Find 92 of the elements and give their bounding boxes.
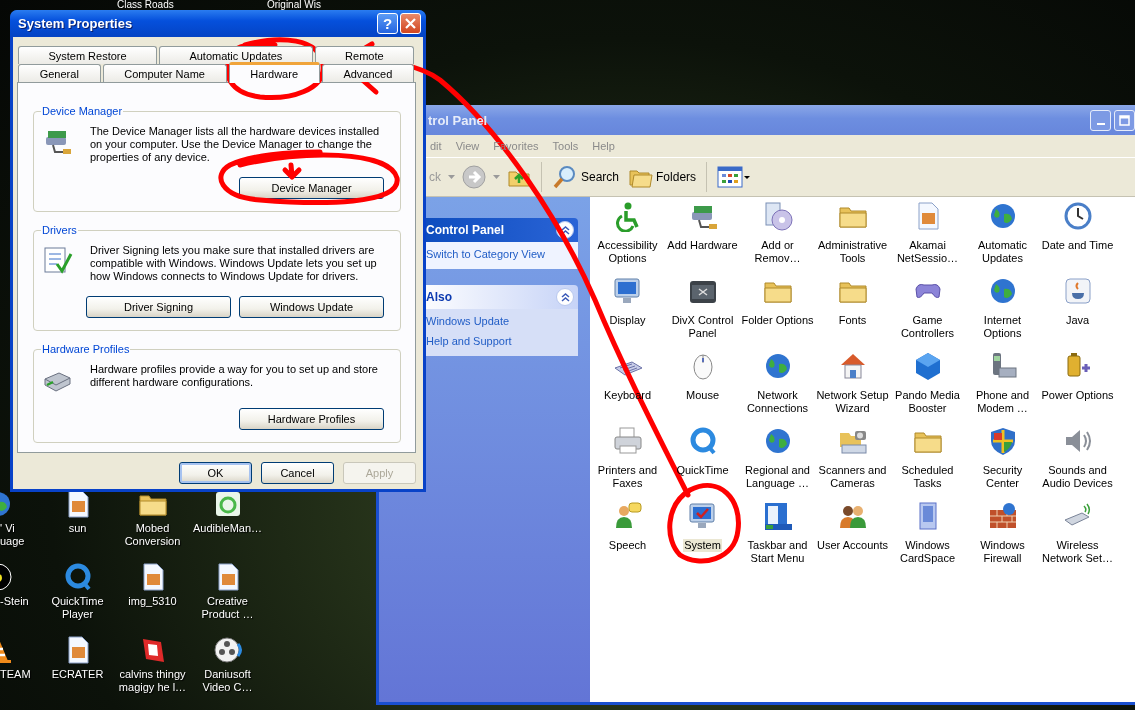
item-label[interactable]: Folder Options [740,314,815,327]
chevron-up-icon [560,292,570,302]
desktop-icon-label: Original Wis [267,0,321,10]
item-label[interactable]: Administrative Tools [815,239,890,265]
desktop-icon-label[interactable]: TEAM [0,668,31,681]
tab[interactable]: Automatic Updates [159,46,313,64]
action-button[interactable]: Windows Update [239,296,384,318]
item-label[interactable]: Taskbar and Start Menu [740,539,815,565]
item-label[interactable]: Automatic Updates [965,239,1040,265]
document-check-icon [41,244,73,276]
action-button[interactable]: Device Manager [239,177,384,199]
grid-icon [717,165,752,189]
group-title: Drivers [41,223,78,237]
desktop-icon-label[interactable]: ' Vi uage [0,522,40,548]
close-button[interactable] [400,13,421,34]
action-button[interactable]: Hardware Profiles [239,408,384,430]
item-label[interactable]: Date and Time [1040,239,1115,252]
close-icon [405,18,416,29]
dialog-button[interactable]: OK [179,462,252,484]
tab[interactable]: General [18,64,101,82]
search-button[interactable]: Search [549,162,623,192]
desktop-icon-label[interactable]: img_5310 [128,595,177,608]
item-label[interactable]: Phone and Modem … [965,389,1040,415]
tab[interactable]: Remote [314,46,414,64]
item-label[interactable]: QuickTime [675,464,730,477]
desktop-icon-label[interactable]: Daniusoft Video C… [190,668,265,694]
desktop-icon-label[interactable]: QuickTime Player [40,595,115,621]
caret-icon [448,175,455,179]
tab[interactable]: System Restore [18,46,157,64]
item-label[interactable]: Java [1064,314,1091,327]
desktop-icon-label[interactable]: AudibleMan… [192,522,263,535]
item-label[interactable]: System [683,539,722,552]
tab[interactable]: Advanced [321,64,415,82]
item-label[interactable]: Wireless Network Set… [1040,539,1115,565]
pane-link[interactable]: Windows Update [426,315,567,328]
maximize-button[interactable] [1114,109,1135,131]
tab[interactable]: Hardware [228,62,320,83]
minimize-button[interactable] [1090,109,1111,131]
item-label[interactable]: DivX Control Panel [665,314,740,340]
item-label[interactable]: Speech [607,539,648,552]
item-label[interactable]: Network Setup Wizard [815,389,890,415]
group-title: Device Manager [41,104,124,118]
item-label[interactable]: Regional and Language … [740,464,815,490]
item-label[interactable]: Network Connections [740,389,815,415]
desktop-icon-label[interactable]: Creative Product … [190,595,265,621]
action-button[interactable]: Driver Signing [86,296,231,318]
desktop-icon-label[interactable]: ECRATER [51,668,104,681]
folders-button[interactable]: Folders [626,164,700,190]
pane-title: Control Panel [426,223,504,237]
item-label[interactable]: Scheduled Tasks [890,464,965,490]
desktop-icon-label: Class Roads [117,0,174,10]
item-label[interactable]: Printers and Faxes [590,464,665,490]
caret-icon [493,175,500,179]
group-title: Hardware Profiles [41,342,131,356]
item-label[interactable]: Scanners and Cameras [815,464,890,490]
item-label[interactable]: Security Center [965,464,1040,490]
item-label[interactable]: Power Options [1040,389,1115,402]
group-description: Hardware profiles provide a way for you to set up and store different hardware configurations. [90,363,379,389]
film-reel-icon[interactable] [211,634,244,666]
help-button[interactable]: ? [377,13,398,34]
item-label[interactable]: Sounds and Audio Devices [1040,464,1115,490]
arrow-right-icon [462,165,486,189]
pane-link[interactable]: Switch to Category View [426,248,567,261]
item-label[interactable]: Windows CardSpace [890,539,965,565]
search-icon [552,164,578,190]
maximize-icon [1119,114,1130,126]
desktop-icon-label[interactable]: calvins thingy magigy he l… [115,668,190,694]
dialog-button[interactable]: Cancel [261,462,334,484]
item-label[interactable]: Akamai NetSessio… [890,239,965,265]
desktop-icon-label[interactable]: sun [68,522,87,535]
item-label[interactable]: Add Hardware [666,239,739,252]
window-title: System Properties [18,17,134,30]
item-label[interactable]: Windows Firewall [965,539,1040,565]
item-label[interactable]: Mouse [685,389,720,402]
item-label[interactable]: Internet Options [965,314,1040,340]
group-description: Driver Signing lets you make sure that installed drivers are compatible with Windows. Windows Update lets you set up how Windows connects to Windows Update for drivers. [90,244,378,283]
item-label[interactable]: Pando Media Booster [890,389,965,415]
collapse-button[interactable] [556,288,574,306]
pane-link[interactable]: Help and Support [426,335,567,348]
group-description: The Device Manager lists all the hardware devices installed on your computer. Use the Device Manager to change the properties of any device. [90,125,381,164]
desktop-icon-label[interactable]: -Stein [0,595,29,608]
tab[interactable]: Computer Name [102,64,227,82]
chevron-up-icon [560,225,570,235]
item-label[interactable]: Add or Remov… [740,239,815,265]
desktop-icon-label[interactable]: Mobed Conversion [115,522,190,548]
minimize-icon [1096,123,1105,125]
pane-title: Also [426,290,452,304]
item-label[interactable]: Game Controllers [890,314,965,340]
item-label[interactable]: Accessibility Options [590,239,665,265]
item-label[interactable]: Fonts [837,314,868,327]
item-label[interactable]: User Accounts [816,539,889,552]
item-label[interactable]: Display [608,314,647,327]
